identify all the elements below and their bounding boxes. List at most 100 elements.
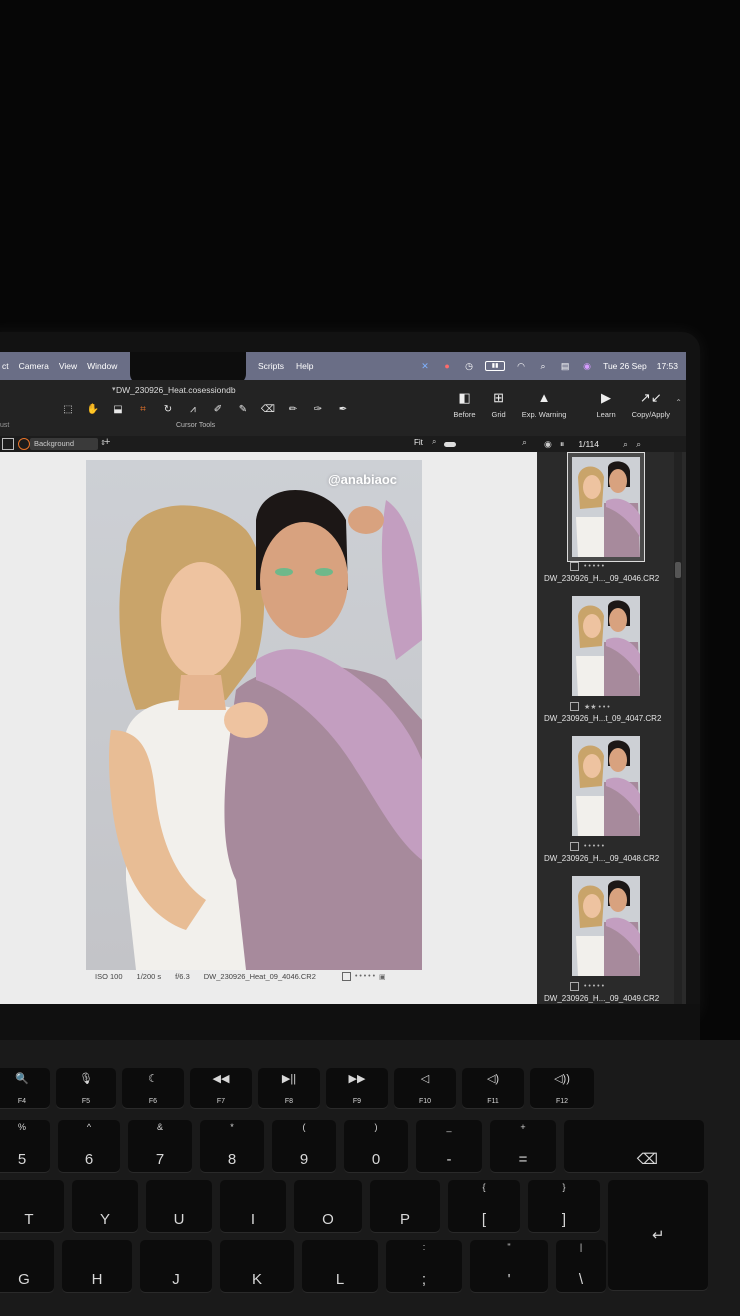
viewer-subbar: Background ⇕ + Fit ⌕ ⌕ ◉ ⏸ 1/114 ⌕ ⌕ [0, 436, 686, 452]
key-minus[interactable]: _ - [416, 1120, 482, 1172]
thumbnail-item[interactable]: ★★ • • • DW_230926_H...t_09_4047.CR2 [538, 592, 686, 732]
thumbnail-checkbox[interactable] [570, 842, 579, 851]
key-f10[interactable]: ◁ F10 [394, 1068, 456, 1108]
thumbnail-item[interactable]: • • • • • DW_230926_H..._09_4048.CR2 [538, 732, 686, 872]
grid-button[interactable]: ⊞ Grid [492, 390, 506, 419]
before-button[interactable]: ◧ Before [453, 390, 475, 419]
add-layer-icon[interactable]: + [104, 436, 110, 448]
key-open-bracket[interactable]: {[ [448, 1180, 520, 1232]
key-i[interactable]: I [220, 1180, 286, 1232]
filter-icon[interactable]: ⏸ [560, 439, 565, 450]
browser-search-icon[interactable]: ⌕ [623, 439, 628, 450]
menu-item-scripts[interactable]: Scripts [258, 361, 284, 371]
gradient-tool-icon[interactable]: ✏ [285, 402, 301, 416]
info-icon[interactable]: ▣ [379, 973, 386, 981]
key-f4[interactable]: 🔍 F4 [0, 1068, 50, 1108]
pan-tool-icon[interactable]: ✋ [85, 402, 101, 416]
crop-tool-icon[interactable]: ⌗ [135, 402, 151, 416]
menubar-time[interactable]: 17:53 [657, 361, 678, 371]
select-checkbox[interactable] [342, 972, 351, 981]
search-icon[interactable]: ⌕ [537, 361, 549, 371]
key-6[interactable]: ^ 6 [58, 1120, 120, 1172]
wifi-icon[interactable]: ◠ [515, 361, 527, 371]
layer-select[interactable]: Background ⇕ [30, 438, 106, 450]
app-status-icon[interactable]: ● [441, 361, 453, 371]
menu-item-window[interactable]: Window [87, 361, 117, 371]
toolbar-overflow-icon[interactable]: ⌃ [675, 398, 682, 407]
thumbnail-item[interactable]: • • • • • DW_230926_H..._09_4049.CR2 [538, 872, 686, 1004]
eye-icon[interactable]: ◉ [544, 439, 552, 450]
thumbnail-stars[interactable]: • • • • • [584, 563, 604, 570]
brush-tool-icon[interactable]: ✎ [235, 402, 251, 416]
key-f7[interactable]: ◀◀ F7 [190, 1068, 252, 1108]
heal-tool-icon[interactable]: ✑ [310, 402, 326, 416]
key-close-bracket[interactable]: }] [528, 1180, 600, 1232]
siri-icon[interactable]: ◉ [581, 361, 593, 371]
fit-label[interactable]: Fit [414, 438, 423, 447]
thumbnail-stars[interactable]: • • • • • [584, 983, 604, 990]
key-y[interactable]: Y [72, 1180, 138, 1232]
learn-button[interactable]: ▶ Learn [596, 390, 615, 419]
key-quote[interactable]: " ' [470, 1240, 548, 1292]
xcode-icon[interactable]: ✕ [419, 361, 431, 371]
key-f6[interactable]: ☾ F6 [122, 1068, 184, 1108]
key-5[interactable]: % 5 [0, 1120, 50, 1172]
browser-scrollbar[interactable] [674, 452, 682, 1004]
layer-visibility-icon[interactable] [2, 438, 14, 450]
battery-icon[interactable]: ▮▮ [485, 361, 506, 371]
thumbnail-stars[interactable]: ★★ • • • [584, 703, 610, 711]
thumbnail-checkbox[interactable] [570, 702, 579, 711]
key-u[interactable]: U [146, 1180, 212, 1232]
menu-item-help[interactable]: Help [296, 361, 313, 371]
key-7[interactable]: & 7 [128, 1120, 192, 1172]
key-equals[interactable]: + = [490, 1120, 556, 1172]
thumbnail-item[interactable]: • • • • • DW_230926_H..._09_4046.CR2 [538, 452, 686, 592]
thumbnail-checkbox[interactable] [570, 562, 579, 571]
eraser-tool-icon[interactable]: ⌫ [260, 402, 276, 416]
key-l[interactable]: L [302, 1240, 378, 1292]
exposure-warning-button[interactable]: ▲ Exp. Warning [522, 390, 567, 419]
control-center-icon[interactable]: ▤ [559, 361, 571, 371]
key-0[interactable]: ) 0 [344, 1120, 408, 1172]
thumbnail-stars[interactable]: • • • • • [584, 843, 604, 850]
rotate-tool-icon[interactable]: ↻ [160, 402, 176, 416]
key-f11[interactable]: ◁) F11 [462, 1068, 524, 1108]
key-k[interactable]: K [220, 1240, 294, 1292]
menu-item-ct[interactable]: ct [2, 361, 9, 371]
browser-scroll-thumb[interactable] [675, 562, 681, 578]
key-backslash[interactable]: | \ [556, 1240, 606, 1292]
key-semicolon[interactable]: :; [386, 1240, 462, 1292]
key-f5[interactable]: 🎙 F5 [56, 1068, 116, 1108]
zoom-icon[interactable]: ⌕ [432, 437, 436, 447]
key-h[interactable]: H [62, 1240, 132, 1292]
menu-item-view[interactable]: View [59, 361, 77, 371]
copy-apply-button[interactable]: ↗↙ Copy/Apply [632, 390, 670, 419]
key-9[interactable]: (9 [272, 1120, 336, 1172]
menubar-date[interactable]: Tue 26 Sep [603, 361, 647, 371]
picker-tool-icon[interactable]: ✐ [210, 402, 226, 416]
zoom-slider[interactable] [444, 442, 456, 447]
key-p[interactable]: P [370, 1180, 440, 1232]
key-f12[interactable]: ◁)) F12 [530, 1068, 594, 1108]
keystone-tool-icon[interactable]: ⩘ [185, 402, 201, 416]
menu-item-camera[interactable]: Camera [19, 361, 49, 371]
key-f9[interactable]: ▶▶ F9 [326, 1068, 388, 1108]
select-tool-icon[interactable]: ⬚ [60, 402, 76, 416]
layer-mask-icon[interactable] [18, 438, 30, 450]
key-t[interactable]: T [0, 1180, 64, 1232]
key-j[interactable]: J [140, 1240, 212, 1292]
key-return[interactable]: ↵ [608, 1180, 708, 1290]
key-8[interactable]: * 8 [200, 1120, 264, 1172]
clone-tool-icon[interactable]: ✒ [335, 402, 351, 416]
rating-dots[interactable]: • • • • • [355, 973, 375, 980]
browser-find-icon[interactable]: ⌕ [636, 439, 641, 450]
key-f8[interactable]: ▶|| F8 [258, 1068, 320, 1108]
clock-icon[interactable]: ◷ [463, 361, 475, 371]
loupe-tool-icon[interactable]: ⬓ [110, 402, 126, 416]
viewer-search-icon[interactable]: ⌕ [522, 437, 527, 448]
thumbnail-checkbox[interactable] [570, 982, 579, 991]
key-delete[interactable]: ⌫ [564, 1120, 704, 1172]
key-g[interactable]: G [0, 1240, 54, 1292]
key-o[interactable]: O [294, 1180, 362, 1232]
main-photo[interactable]: @anabiaoc [86, 460, 422, 970]
